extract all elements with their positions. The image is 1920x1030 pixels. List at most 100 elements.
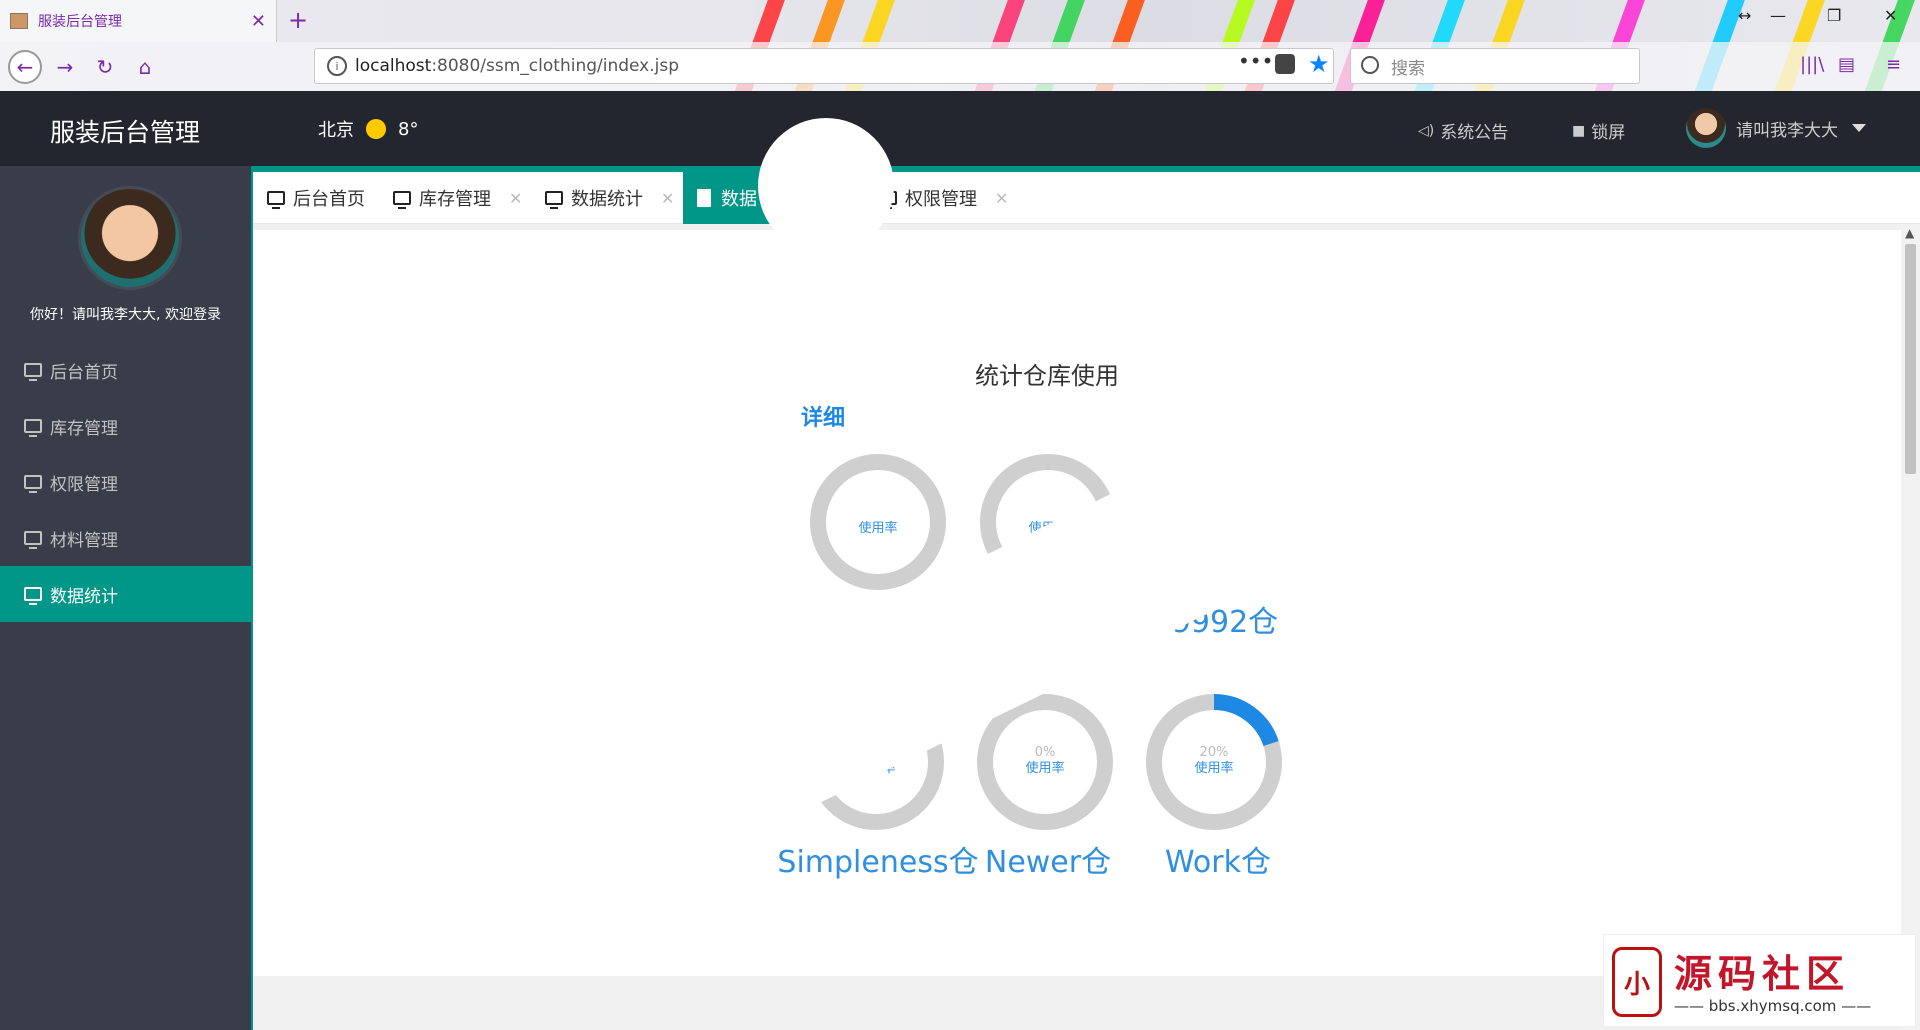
tab-label: 数据 [721, 189, 757, 210]
gauge-caption: 使用率 [856, 760, 895, 776]
back-button[interactable]: ← [8, 50, 42, 84]
sidebar-item-label: 数据统计 [50, 586, 118, 607]
weather-widget: 北京 8° [318, 116, 418, 142]
lock-screen-button[interactable]: ■ 锁屏 [1572, 118, 1626, 144]
usage-gauge: 0% 使用率 [806, 692, 946, 832]
user-name: 请叫我李大大 [1736, 120, 1838, 141]
tab-inventory[interactable]: 库存管理 ✕ [379, 172, 522, 224]
url-path: :8080/ssm_clothing/index.jsp [431, 56, 680, 76]
gauge-percent: 80% [1206, 505, 1235, 520]
lock-icon: ■ [1572, 122, 1586, 139]
close-window-button[interactable]: ✕ [1884, 6, 1897, 25]
url-host: localhost [355, 56, 432, 76]
tab-statistics[interactable]: 数据统计 ✕ [531, 172, 674, 224]
home-button[interactable]: ⌂ [128, 50, 162, 84]
pocket-icon[interactable] [1275, 54, 1295, 74]
sidebar-greeting: 你好！请叫我李大大, 欢迎登录 [30, 307, 221, 323]
page-actions-icon[interactable]: ••• [1238, 49, 1273, 73]
search-input[interactable]: 搜索 [1350, 48, 1640, 84]
sidebar-item-statistics[interactable]: 数据统计 [0, 566, 251, 622]
watermark-seal: 小 [1612, 947, 1662, 1017]
app-logo[interactable]: 服装后台管理 [50, 113, 200, 149]
usage-gauge: 20% 使用率 [1144, 692, 1284, 832]
browser-tab[interactable]: 服装后台管理 ✕ [0, 0, 277, 42]
tab-label: 数据统计 [571, 189, 643, 210]
user-menu[interactable]: 请叫我李大大 [1686, 108, 1866, 148]
sidebar-item-inventory[interactable]: 库存管理 [0, 398, 251, 454]
close-icon[interactable]: ✕ [661, 189, 674, 208]
reload-button[interactable]: ↻ [88, 50, 122, 84]
resize-icon[interactable]: ↔ [1738, 6, 1751, 25]
warehouse-name: Work仓 [1165, 845, 1271, 880]
gauge-caption: 使用率 [1194, 760, 1233, 776]
url-bar[interactable]: i localhost:8080/ssm_clothing/index.jsp [314, 48, 1334, 84]
stats-panel: 统计仓库使用 详细 使用率 使用率 湖南仓仓 80% 使用率 9992仓 0% 使用率 Simp… [253, 230, 1903, 976]
sun-icon [366, 119, 386, 139]
sidebar-item-materials[interactable]: 材料管理 [0, 510, 251, 566]
gauge-caption: 使用率 [1025, 760, 1064, 776]
usage-gauge: 使用率 [808, 452, 948, 592]
scrollbar-thumb[interactable] [1905, 244, 1916, 474]
forward-button[interactable]: → [48, 50, 82, 84]
search-placeholder: 搜索 [1391, 58, 1425, 79]
lock-label: 锁屏 [1591, 123, 1626, 143]
tab-data-active[interactable]: 数据 [683, 172, 833, 224]
monitor-icon [393, 191, 411, 209]
tab-home[interactable]: 后台首页 [253, 172, 365, 224]
weather-city: 北京 [318, 120, 354, 141]
monitor-icon [545, 191, 563, 209]
weather-temp: 8° [398, 118, 419, 140]
favicon-icon [10, 13, 28, 29]
sidebar-item-label: 权限管理 [50, 474, 118, 495]
sidebar-item-permissions[interactable]: 权限管理 [0, 454, 251, 510]
close-icon[interactable]: ✕ [995, 189, 1008, 208]
library-icon[interactable]: |||\ [1800, 54, 1824, 75]
scroll-up-icon[interactable]: ▲ [1905, 226, 1914, 240]
bookmark-star-icon[interactable]: ★ [1308, 50, 1330, 78]
monitor-icon [24, 587, 42, 605]
sidebar-item-label: 后台首页 [50, 362, 118, 383]
monitor-icon [879, 191, 897, 209]
gauge-caption: 使用率 [1200, 520, 1239, 536]
monitor-icon [24, 419, 42, 437]
page-title: 统计仓库使用 [975, 362, 1119, 390]
sidebar-item-label: 材料管理 [50, 530, 118, 551]
tab-label: 库存管理 [419, 189, 491, 210]
maximize-button[interactable]: ❐ [1827, 6, 1841, 25]
monitor-icon [24, 531, 42, 549]
warehouse-name: 9992仓 [1171, 605, 1279, 640]
sidebar-toggle-icon[interactable]: ▤ [1838, 54, 1855, 75]
watermark-url: —— bbs.xhymsq.com —— [1674, 997, 1872, 1015]
menu-icon[interactable]: ≡ [1886, 54, 1901, 75]
minimize-button[interactable]: — [1770, 6, 1786, 25]
close-icon[interactable]: ✕ [509, 189, 522, 208]
tab-label: 权限管理 [905, 189, 977, 210]
monitor-icon [267, 191, 285, 209]
notice-button[interactable]: ◁) 系统公告 [1418, 118, 1509, 144]
speaker-icon: ◁) [1418, 122, 1435, 139]
search-icon [1361, 56, 1379, 74]
notice-label: 系统公告 [1440, 123, 1509, 143]
app-header: 服装后台管理 北京 8° ◁) 系统公告 ■ 锁屏 请叫我李大大 [0, 91, 1920, 166]
chevron-down-icon [1852, 124, 1866, 132]
close-tab-icon[interactable]: ✕ [251, 11, 266, 32]
sidebar-item-label: 库存管理 [50, 418, 118, 439]
usage-gauge: 80% 使用率 [1150, 452, 1290, 592]
gauge-percent: 0% [866, 745, 887, 760]
site-info-icon[interactable]: i [327, 56, 347, 76]
sidebar: 你好！请叫我李大大, 欢迎登录 后台首页 库存管理 权限管理 材料管理 数据统计 [0, 166, 251, 1030]
monitor-icon [24, 475, 42, 493]
detail-link[interactable]: 详细 [801, 400, 845, 432]
sidebar-avatar [78, 186, 182, 290]
usage-gauge: 使用率 [978, 452, 1118, 592]
document-icon [697, 189, 711, 207]
new-tab-button[interactable]: + [288, 6, 308, 34]
browser-chrome: 服装后台管理 ✕ + ↔ — ❐ ✕ ← → ↻ ⌂ i localhost:8… [0, 0, 1920, 91]
usage-gauge: 0% 使用率 [975, 692, 1115, 832]
watermark: 小 源码社区 —— bbs.xhymsq.com —— [1603, 934, 1916, 1027]
monitor-icon [24, 363, 42, 381]
scrollbar[interactable]: ▲ [1901, 224, 1920, 1030]
sidebar-item-home[interactable]: 后台首页 [0, 342, 251, 398]
watermark-title: 源码社区 [1674, 952, 1851, 996]
tab-permissions[interactable]: 权限管理 ✕ [865, 172, 1008, 224]
